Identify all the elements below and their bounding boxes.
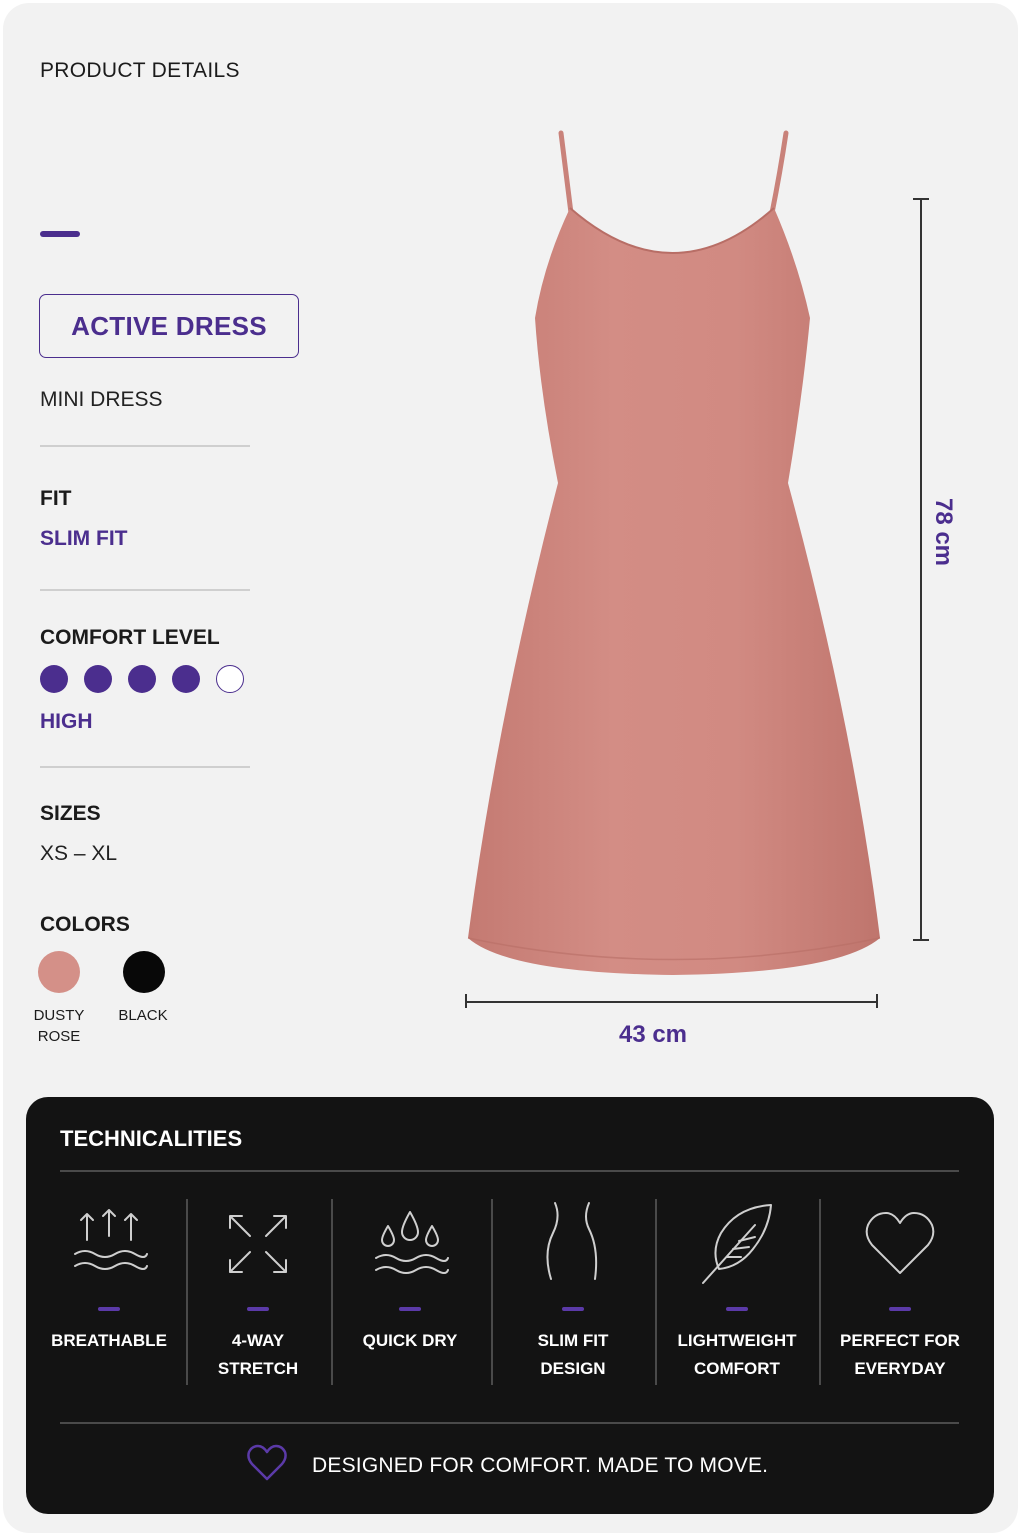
width-dimension-line (465, 1001, 877, 1003)
width-label: 43 cm (618, 1021, 688, 1048)
sizes-value: XS – XL (40, 842, 118, 865)
fit-label: FIT (40, 487, 72, 510)
feature-label-line: SLIM FIT (537, 1331, 609, 1350)
feature-separator (655, 1199, 657, 1385)
feature-accent-bar (562, 1307, 584, 1311)
heart-outline-icon (246, 1443, 288, 1488)
feature-label: QUICK DRY (363, 1327, 458, 1355)
feature-separator (331, 1199, 333, 1385)
comfort-rating (40, 665, 244, 693)
accent-bar (40, 231, 80, 237)
rating-dot-empty (216, 665, 244, 693)
height-dimension-line (920, 198, 922, 940)
technicalities-panel: TECHNICALITIES BREATHABLE 4-WAY STRETCH … (26, 1097, 994, 1514)
feature-breathable: BREATHABLE (49, 1199, 169, 1355)
feature-accent-bar (247, 1307, 269, 1311)
swatch-circle[interactable] (123, 951, 165, 993)
feature-label: SLIM FIT DESIGN (538, 1327, 609, 1383)
product-type: MINI DRESS (40, 388, 163, 411)
tagline-text: DESIGNED FOR COMFORT. MADE TO MOVE. (312, 1453, 769, 1477)
feature-label-line: QUICK DRY (362, 1331, 458, 1350)
feature-label-line: PERFECT FOR (840, 1331, 960, 1350)
stretch-icon (213, 1199, 303, 1289)
colors-label: COLORS (40, 913, 130, 936)
feature-label: PERFECT FOR EVERYDAY (840, 1327, 960, 1383)
tagline: DESIGNED FOR COMFORT. MADE TO MOVE. (246, 1443, 768, 1488)
feature-stretch: 4-WAY STRETCH (198, 1199, 318, 1383)
feature-label: LIGHTWEIGHT COMFORT (678, 1327, 797, 1383)
feature-everyday: PERFECT FOR EVERYDAY (832, 1199, 968, 1383)
rating-dot-filled (128, 665, 156, 693)
rating-dot-filled (84, 665, 112, 693)
feature-label-line: LIGHTWEIGHT (677, 1331, 797, 1350)
swatch-label-line: ROSE (37, 1028, 81, 1045)
feature-separator (819, 1199, 821, 1385)
fit-value: SLIM FIT (40, 527, 128, 550)
feature-label: BREATHABLE (51, 1327, 167, 1355)
product-name-badge: ACTIVE DRESS (39, 294, 299, 358)
rating-dot-filled (40, 665, 68, 693)
product-card: PRODUCT DETAILS ACTIVE DRESS MINI DRESS … (3, 3, 1018, 1533)
feature-separator (491, 1199, 493, 1385)
width-dimension-tick (465, 994, 467, 1008)
dress-image (467, 130, 881, 975)
feature-label-line: BREATHABLE (51, 1331, 167, 1350)
feature-label-line: STRETCH (217, 1359, 299, 1378)
comfort-label: COMFORT LEVEL (40, 626, 220, 649)
quick-dry-icon (365, 1199, 455, 1289)
feature-accent-bar (98, 1307, 120, 1311)
feature-slim-fit: SLIM FIT DESIGN (513, 1199, 633, 1383)
swatch-circle[interactable] (38, 951, 80, 993)
swatch-label-line: BLACK (118, 1007, 168, 1024)
feather-icon (692, 1199, 782, 1289)
feature-label: 4-WAY STRETCH (218, 1327, 298, 1383)
rating-dot-filled (172, 665, 200, 693)
feature-separator (186, 1199, 188, 1385)
sizes-label: SIZES (40, 802, 101, 825)
slim-fit-icon (528, 1199, 618, 1289)
breathable-icon (64, 1199, 154, 1289)
feature-accent-bar (399, 1307, 421, 1311)
feature-accent-bar (889, 1307, 911, 1311)
height-dimension-tick (913, 198, 929, 200)
feature-quick-dry: QUICK DRY (350, 1199, 470, 1355)
swatch-label-black: BLACK (107, 1005, 179, 1026)
color-swatch-black[interactable] (123, 951, 165, 993)
height-dimension-tick (913, 939, 929, 941)
feature-accent-bar (726, 1307, 748, 1311)
feature-label-line: 4-WAY (231, 1331, 285, 1350)
divider (40, 766, 250, 768)
divider (40, 445, 250, 447)
feature-lightweight: LIGHTWEIGHT COMFORT (669, 1199, 805, 1383)
comfort-value: HIGH (40, 710, 93, 733)
divider (40, 589, 250, 591)
divider (60, 1170, 959, 1172)
color-swatch-dusty-rose[interactable] (38, 951, 80, 993)
swatch-label-dusty-rose: DUSTY ROSE (23, 1005, 95, 1047)
section-title: PRODUCT DETAILS (40, 59, 240, 82)
heart-icon (855, 1199, 945, 1289)
height-label: 78 cm (930, 497, 957, 567)
divider (60, 1422, 959, 1424)
feature-label-line: EVERYDAY (854, 1359, 946, 1378)
swatch-label-line: DUSTY (33, 1007, 85, 1024)
width-dimension-tick (876, 994, 878, 1008)
feature-label-line: COMFORT (694, 1359, 780, 1378)
feature-label-line: DESIGN (540, 1359, 606, 1378)
technicalities-title: TECHNICALITIES (60, 1126, 243, 1151)
